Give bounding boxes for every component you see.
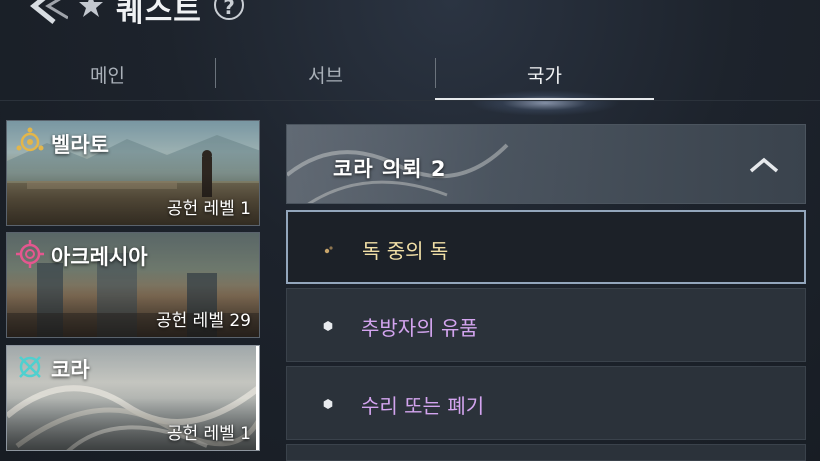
nation-name: 벨라토 <box>51 133 109 157</box>
quest-item[interactable]: 독 중의 독 <box>286 210 806 284</box>
contribution-level: 공헌 레벨 1 <box>166 199 251 219</box>
accretia-emblem-icon <box>16 240 44 268</box>
nation-card-accretia[interactable]: 아크레시아 공헌 레벨 29 <box>6 232 260 338</box>
page-title: 퀘스트 <box>116 0 202 29</box>
star-icon <box>79 0 103 17</box>
contribution-level: 공헌 레벨 29 <box>156 311 251 331</box>
hexagon-bullet-icon <box>323 399 333 409</box>
quest-label: 추방자의 유품 <box>361 316 478 340</box>
quest-label: 독 중의 독 <box>362 239 449 263</box>
tab-main[interactable]: 메인 <box>0 54 215 98</box>
quest-group-header[interactable]: 코라 의뢰 2 <box>286 124 806 204</box>
quest-status-icon <box>324 246 333 254</box>
cora-emblem-icon <box>19 356 41 378</box>
top-bar: 퀘스트 ? <box>0 0 820 30</box>
nation-card-cora[interactable]: 코라 공헌 레벨 1 <box>6 345 260 451</box>
back-arrow-icon[interactable] <box>14 0 68 26</box>
quest-item[interactable]: 수리 또는 폐기 <box>286 366 806 440</box>
selected-indicator <box>256 346 259 450</box>
nation-name: 아크레시아 <box>51 245 148 269</box>
hexagon-bullet-icon <box>323 321 333 331</box>
quest-tabs: 메인 서브 국가 <box>0 54 820 116</box>
tab-sub[interactable]: 서브 <box>216 54 435 98</box>
divider <box>0 100 820 101</box>
contribution-level: 공헌 레벨 1 <box>166 424 251 444</box>
nation-card-bellato[interactable]: 벨라토 공헌 레벨 1 <box>6 120 260 226</box>
help-icon[interactable]: ? <box>214 0 244 20</box>
quest-label: 수리 또는 폐기 <box>361 394 485 418</box>
quest-group-title: 코라 의뢰 2 <box>333 157 447 181</box>
chevron-up-icon[interactable] <box>747 155 781 175</box>
quest-item[interactable] <box>286 444 806 461</box>
tab-nation[interactable]: 국가 <box>435 54 654 98</box>
quest-item[interactable]: 추방자의 유품 <box>286 288 806 362</box>
bellato-emblem-icon <box>16 127 44 152</box>
nation-name: 코라 <box>51 358 90 382</box>
